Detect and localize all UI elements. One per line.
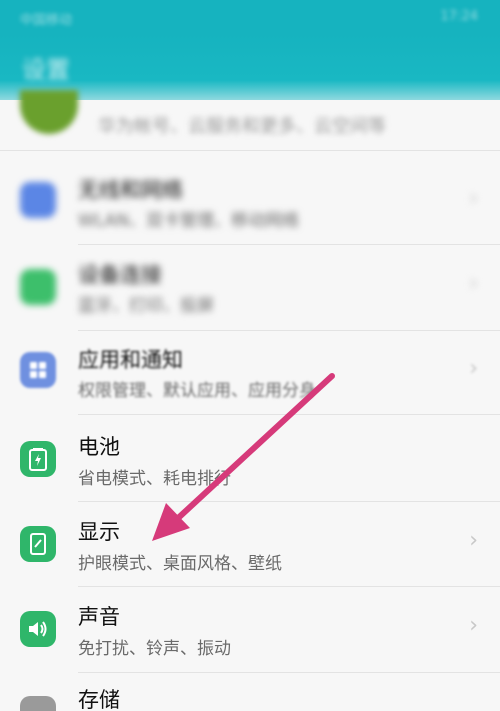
chevron-right-icon: › [469, 613, 478, 638]
item-label: 设备连接 [78, 263, 162, 287]
sound-icon [20, 611, 56, 647]
item-label: 显示 [78, 520, 120, 544]
account-item[interactable]: 华为帐号、云服务和更多、云空间等 [0, 90, 500, 150]
item-desc: WLAN、双卡管理、移动网络 [78, 211, 300, 231]
settings-item-sound[interactable]: 声音 免打扰、铃声、振动 › [0, 587, 500, 673]
status-bar: 中国移动 17:24 [0, 0, 500, 34]
item-desc: 权限管理、默认应用、应用分身 [78, 381, 316, 401]
item-desc: 省电模式、耗电排行 [78, 469, 231, 489]
device-connect-icon [20, 269, 56, 305]
account-subtitle: 华为帐号、云服务和更多、云空间等 [98, 116, 386, 137]
carrier-text: 中国移动 [20, 13, 73, 28]
page-title: 设置 [22, 56, 70, 84]
avatar [20, 90, 78, 134]
item-desc: 蓝牙、打印、投屏 [78, 296, 214, 316]
settings-item-apps[interactable]: 应用和通知 权限管理、默认应用、应用分身 › [0, 330, 500, 416]
battery-icon [20, 441, 56, 477]
item-desc: 免打扰、铃声、振动 [78, 639, 231, 659]
item-label: 声音 [78, 605, 120, 629]
item-label: 电池 [78, 435, 120, 459]
storage-icon [20, 696, 56, 711]
divider [0, 150, 500, 151]
display-icon [20, 526, 56, 562]
settings-item-wireless[interactable]: 无线和网络 WLAN、双卡管理、移动网络 › [0, 160, 500, 246]
settings-item-device-connection[interactable]: 设备连接 蓝牙、打印、投屏 › [0, 245, 500, 331]
clock-text: 17:24 [440, 9, 478, 24]
apps-icon [20, 352, 56, 388]
settings-item-battery[interactable]: 电池 省电模式、耗电排行 [0, 415, 500, 501]
wifi-icon [20, 182, 56, 218]
item-label: 无线和网络 [78, 178, 183, 202]
item-desc: 护眼模式、桌面风格、壁纸 [78, 554, 282, 574]
chevron-right-icon: › [469, 186, 478, 211]
chevron-right-icon: › [469, 356, 478, 381]
settings-item-display[interactable]: 显示 护眼模式、桌面风格、壁纸 › [0, 502, 500, 588]
item-label: 应用和通知 [78, 348, 183, 372]
chevron-right-icon: › [469, 528, 478, 553]
settings-item-storage[interactable]: 存储 [0, 672, 500, 711]
chevron-right-icon: › [469, 271, 478, 296]
item-label: 存储 [78, 688, 120, 711]
